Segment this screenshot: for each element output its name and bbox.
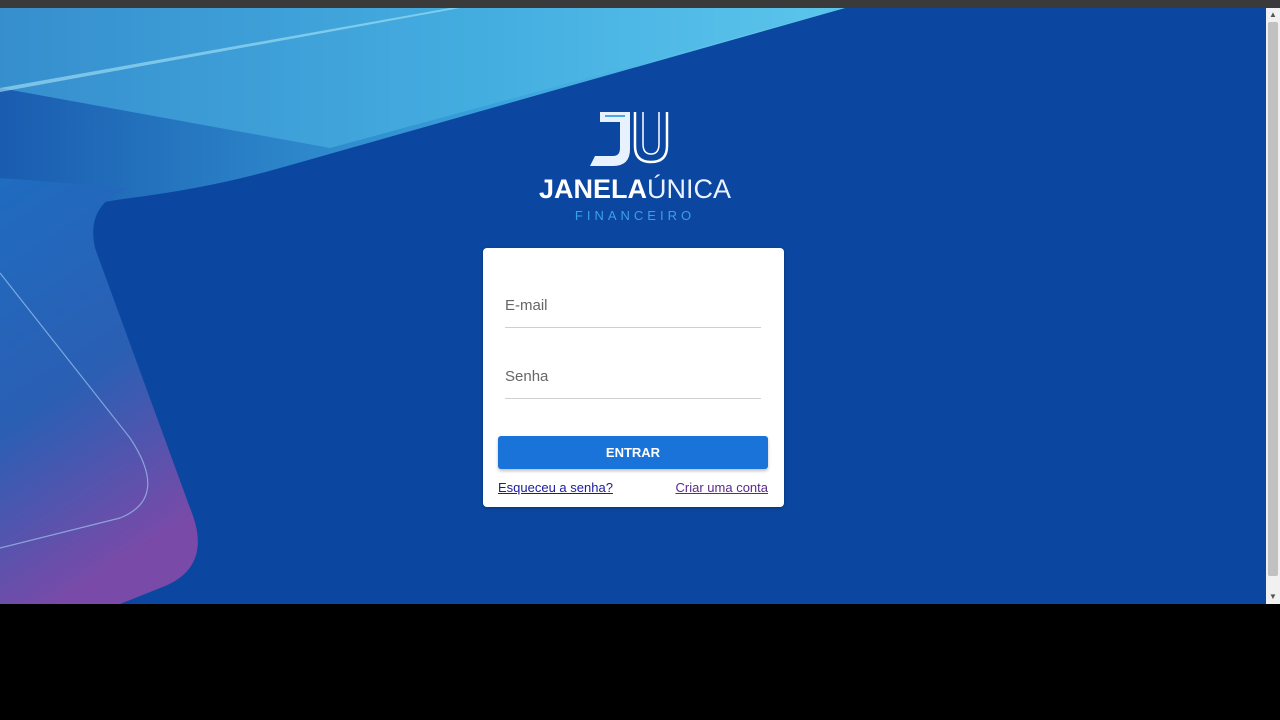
- logo-wordmark: JANELAÚNICA: [535, 174, 735, 205]
- scroll-down-arrow-icon[interactable]: ▼: [1266, 590, 1280, 604]
- logo-word-light: ÚNICA: [647, 174, 732, 204]
- login-button[interactable]: ENTRAR: [498, 436, 768, 469]
- vertical-scrollbar[interactable]: ▲ ▼: [1266, 8, 1280, 604]
- logo: JANELAÚNICA FINANCEIRO: [535, 104, 735, 226]
- login-page: JANELAÚNICA FINANCEIRO ENTRAR Esqueceu a…: [0, 8, 1266, 604]
- login-card: ENTRAR Esqueceu a senha? Criar uma conta: [483, 248, 784, 507]
- email-field[interactable]: [505, 274, 761, 322]
- scroll-thumb[interactable]: [1268, 22, 1278, 576]
- password-field[interactable]: [505, 345, 761, 393]
- browser-top-bar: [0, 0, 1280, 8]
- empty-area: [0, 604, 1280, 720]
- forgot-password-link[interactable]: Esqueceu a senha?: [498, 480, 613, 495]
- create-account-link[interactable]: Criar uma conta: [676, 480, 768, 495]
- logo-word-bold: JANELA: [538, 174, 647, 204]
- logo-subtitle: FINANCEIRO: [574, 208, 696, 223]
- password-field-wrapper: [505, 345, 761, 399]
- scroll-up-arrow-icon[interactable]: ▲: [1266, 8, 1280, 22]
- ju-monogram-icon: [590, 112, 669, 166]
- email-field-wrapper: [505, 274, 761, 328]
